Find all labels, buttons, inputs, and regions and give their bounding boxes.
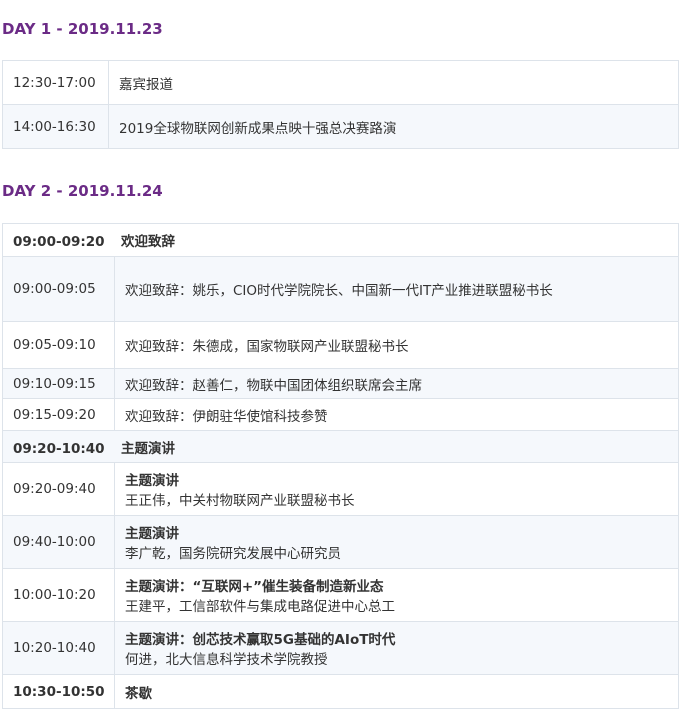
event-cell: 2019全球物联网创新成果点映十强总决赛路演 (108, 104, 679, 149)
event-cell: 欢迎致辞：伊朗驻华使馆科技参赞 (114, 398, 679, 431)
day1-heading: DAY 1 - 2019.11.23 (2, 20, 163, 38)
table-row: 09:40-10:00 主题演讲李广乾，国务院研究发展中心研究员 (2, 515, 679, 569)
time-cell: 09:00-09:20 (13, 234, 105, 250)
event-cell: 茶歇 (114, 674, 679, 709)
time-cell: 09:10-09:15 (2, 368, 115, 399)
time-cell: 14:00-16:30 (2, 104, 109, 149)
table-row: 09:05-09:10 欢迎致辞：朱德成，国家物联网产业联盟秘书长 (2, 321, 679, 369)
event-cell: 欢迎致辞：朱德成，国家物联网产业联盟秘书长 (114, 321, 679, 369)
time-cell: 09:20-09:40 (2, 462, 115, 516)
time-cell: 09:00-09:05 (2, 256, 115, 322)
time-cell: 10:30-10:50 (2, 674, 115, 709)
speaker: 李广乾，国务院研究发展中心研究员 (125, 546, 341, 562)
talk-title: 主题演讲 (125, 473, 179, 489)
table-row: 09:10-09:15 欢迎致辞：赵善仁，物联中国团体组织联席会主席 (2, 368, 679, 399)
time-cell: 12:30-17:00 (2, 60, 109, 105)
time-cell: 10:20-10:40 (2, 621, 115, 675)
table-row: 09:00-09:05 欢迎致辞：姚乐，CIO时代学院院长、中国新一代IT产业推进… (2, 256, 679, 322)
day2-heading: DAY 2 - 2019.11.24 (2, 182, 163, 200)
event-cell: 欢迎致辞：赵善仁，物联中国团体组织联席会主席 (114, 368, 679, 399)
day2-schedule-table: 09:00-09:20 欢迎致辞 09:00-09:05 欢迎致辞：姚乐，CIO时代… (2, 223, 679, 709)
section-title: 欢迎致辞 (121, 234, 175, 250)
talk-title: 主题演讲：“互联网+”催生装备制造新业态 (125, 579, 384, 595)
time-cell: 09:05-09:10 (2, 321, 115, 369)
time-cell: 09:20-10:40 (13, 440, 105, 457)
section-row: 09:20-10:40 主题演讲 (2, 430, 679, 463)
section-title: 主题演讲 (121, 440, 175, 457)
talk-title: 主题演讲 (125, 526, 179, 542)
table-row: 09:15-09:20 欢迎致辞：伊朗驻华使馆科技参赞 (2, 398, 679, 431)
table-row: 09:20-09:40 主题演讲王正伟，中关村物联网产业联盟秘书长 (2, 462, 679, 516)
speaker: 王正伟，中关村物联网产业联盟秘书长 (125, 493, 355, 509)
table-row: 10:00-10:20 主题演讲：“互联网+”催生装备制造新业态 王建平，工信部软件… (2, 568, 679, 622)
speaker: 王建平，工信部软件与集成电路促进中心总工 (125, 599, 395, 615)
section-row: 09:00-09:20 欢迎致辞 (2, 223, 679, 257)
event-cell: 欢迎致辞：姚乐，CIO时代学院院长、中国新一代IT产业推进联盟秘书长 (114, 256, 679, 322)
speaker: 何进，北大信息科学技术学院教授 (125, 652, 328, 668)
table-row: 10:30-10:50 茶歇 (2, 674, 679, 709)
talk-title: 主题演讲：创芯技术赢取5G基础的AIoT时代 (125, 632, 396, 648)
table-row: 12:30-17:00 嘉宾报道 (2, 60, 679, 105)
time-cell: 09:15-09:20 (2, 398, 115, 431)
table-row: 10:20-10:40 主题演讲：创芯技术赢取5G基础的AIoT时代 何进，北大信息… (2, 621, 679, 675)
event-cell: 嘉宾报道 (108, 60, 679, 105)
day1-schedule-table: 12:30-17:00 嘉宾报道 14:00-16:30 2019全球物联网创新成果… (2, 60, 679, 149)
time-cell: 10:00-10:20 (2, 568, 115, 622)
table-row: 14:00-16:30 2019全球物联网创新成果点映十强总决赛路演 (2, 104, 679, 149)
time-cell: 09:40-10:00 (2, 515, 115, 569)
